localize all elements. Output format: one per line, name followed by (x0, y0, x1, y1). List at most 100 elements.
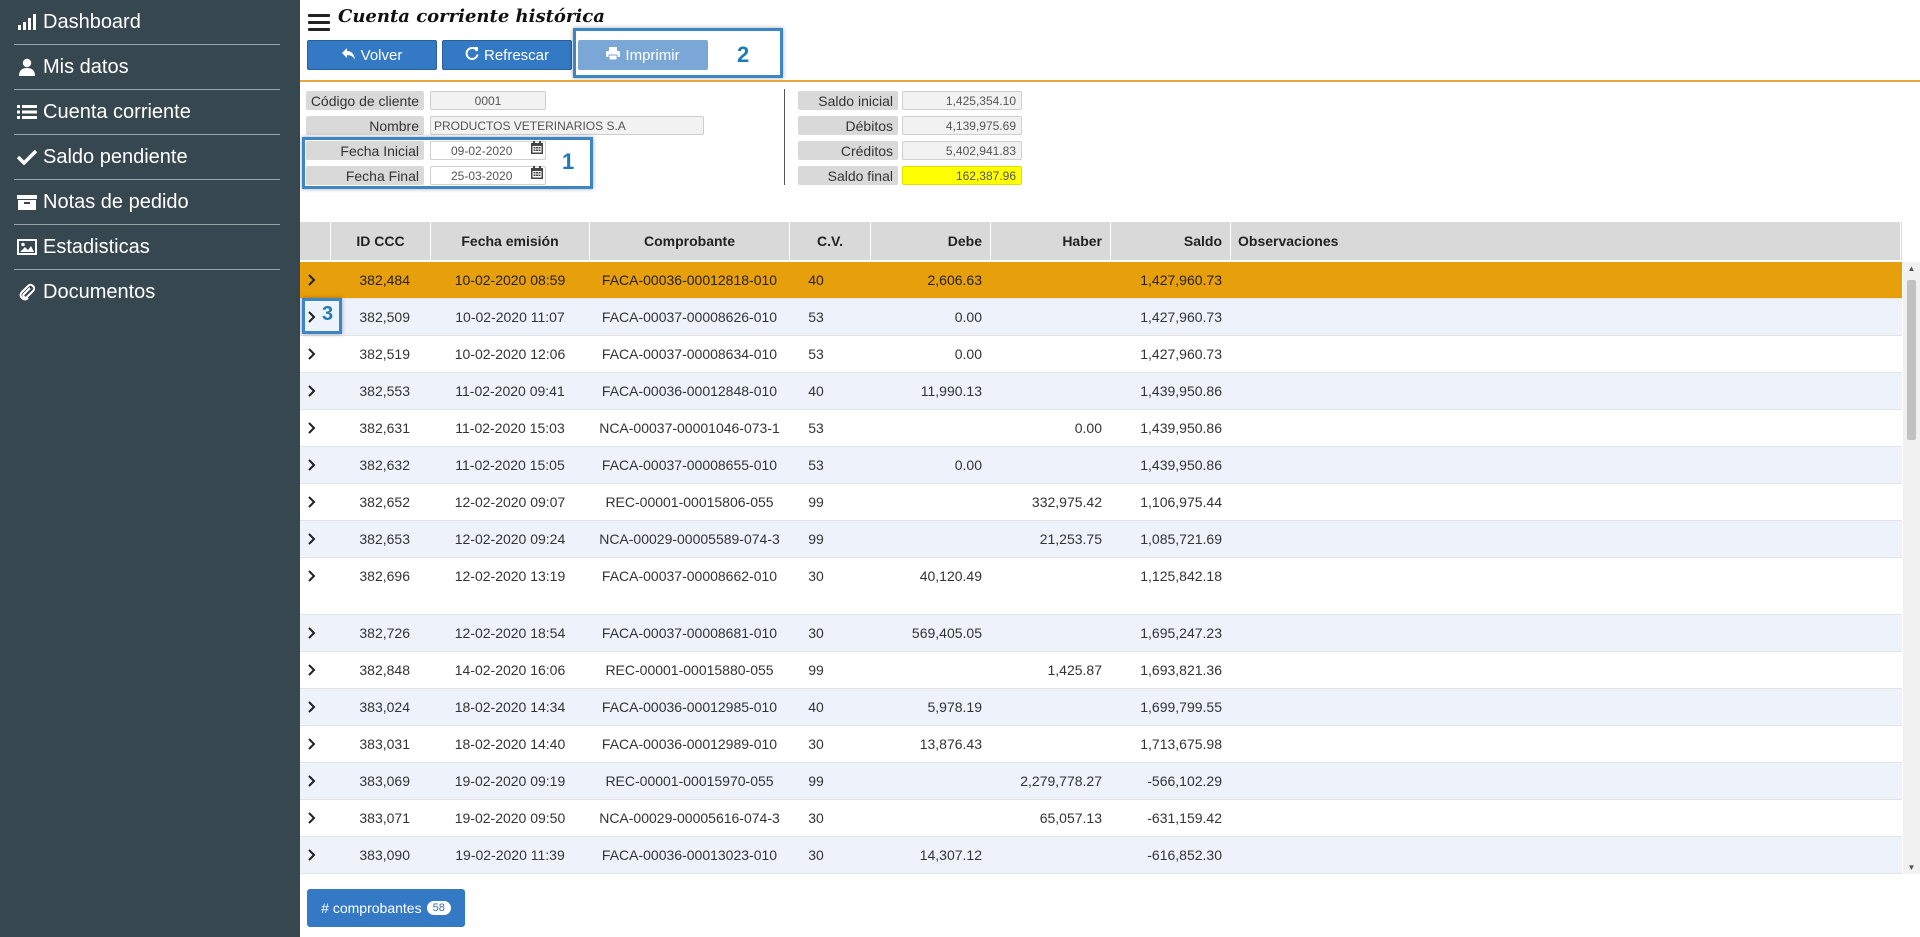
debitos-label: Débitos (798, 116, 898, 135)
cell-saldo: 1,439,950.86 (1140, 420, 1222, 436)
chevron-right-icon[interactable] (304, 336, 320, 372)
cell-haber (991, 726, 1110, 762)
table-scrollbar[interactable]: ▲ ▼ (1903, 262, 1920, 874)
column-header-comprobante[interactable]: Comprobante (590, 222, 789, 260)
annotation-box-2 (573, 28, 783, 78)
column-header-id-ccc[interactable]: ID CCC (331, 222, 430, 260)
saldo-inicial-label: Saldo inicial (798, 91, 898, 110)
chevron-right-icon[interactable] (304, 410, 320, 446)
cell-cv: 99 (808, 531, 824, 547)
cell-debe (871, 652, 990, 688)
cell-cv: 53 (808, 420, 824, 436)
cell-saldo: -566,102.29 (1147, 773, 1222, 789)
cell-debe: 13,876.43 (919, 736, 982, 752)
table-row[interactable]: 383,069 19-02-2020 09:19 REC-00001-0001597… (300, 763, 1902, 800)
cell-comprobante: FACA-00036-00012985-010 (601, 699, 778, 715)
chevron-right-icon[interactable] (304, 262, 320, 298)
scrollbar-thumb[interactable] (1907, 280, 1916, 440)
cell-id: 382,652 (359, 494, 410, 510)
scroll-up-arrow-icon[interactable]: ▲ (1907, 264, 1916, 273)
column-header-debe[interactable]: Debe (871, 222, 990, 260)
volver-button[interactable]: Volver (307, 40, 437, 70)
comprobantes-count-badge: 58 (426, 901, 451, 915)
user-icon (14, 58, 40, 76)
page-title: Cuenta corriente histórica (338, 6, 605, 27)
chevron-right-icon[interactable] (304, 763, 320, 799)
sidebar-item-mis-datos[interactable]: Mis datos (14, 45, 280, 89)
refrescar-button[interactable]: Refrescar (442, 40, 572, 70)
sidebar-item-cuenta-corriente[interactable]: Cuenta corriente (14, 90, 280, 134)
cell-cv: 53 (808, 457, 824, 473)
sidebar-item-label: Cuenta corriente (43, 100, 191, 123)
cell-haber (991, 373, 1110, 409)
table-row[interactable]: 382,631 11-02-2020 15:03 NCA-00037-0000104… (300, 410, 1902, 447)
cell-id: 382,726 (359, 625, 410, 641)
table-row[interactable]: 382,509 10-02-2020 11:07 FACA-00037-000086… (300, 299, 1902, 336)
cell-debe: 40,120.49 (919, 568, 982, 584)
codigo-cliente-label: Código de cliente (306, 91, 424, 110)
comprobantes-count-button[interactable]: # comprobantes 58 (307, 889, 465, 927)
table-row[interactable]: 382,696 12-02-2020 13:19 FACA-00037-000086… (300, 558, 1902, 615)
table-row[interactable]: 383,024 18-02-2020 14:34 FACA-00036-000129… (300, 689, 1902, 726)
chevron-right-icon[interactable] (304, 373, 320, 409)
sidebar-item-documentos[interactable]: Documentos (14, 270, 280, 314)
table-row[interactable]: 383,031 18-02-2020 14:40 FACA-00036-000129… (300, 726, 1902, 763)
table-row[interactable]: 382,553 11-02-2020 09:41 FACA-00036-000128… (300, 373, 1902, 410)
sidebar-item-notas-de-pedido[interactable]: Notas de pedido (14, 180, 280, 224)
cell-cv: 30 (808, 847, 824, 863)
chevron-right-icon[interactable] (304, 652, 320, 688)
sidebar-item-saldo-pendiente[interactable]: Saldo pendiente (14, 135, 280, 179)
chevron-right-icon[interactable] (304, 615, 320, 651)
table-row[interactable]: 382,653 12-02-2020 09:24 NCA-00029-0000558… (300, 521, 1902, 558)
cell-id: 382,484 (359, 272, 410, 288)
chevron-right-icon[interactable] (304, 484, 320, 520)
cell-saldo: 1,439,950.86 (1140, 383, 1222, 399)
menu-toggle-icon[interactable] (308, 14, 330, 32)
sidebar-item-estadisticas[interactable]: Estadisticas (14, 225, 280, 269)
table-row[interactable]: 383,090 19-02-2020 11:39 FACA-00036-000130… (300, 837, 1902, 874)
cell-haber (991, 299, 1110, 335)
table-row[interactable]: 382,632 11-02-2020 15:05 FACA-00037-000086… (300, 447, 1902, 484)
cell-comprobante: FACA-00036-00012818-010 (601, 272, 778, 288)
table-row[interactable]: 382,484 10-02-2020 08:59 FACA-00036-000128… (300, 262, 1902, 299)
chevron-right-icon[interactable] (304, 726, 320, 762)
cell-fecha: 18-02-2020 14:34 (454, 699, 566, 715)
chevron-right-icon[interactable] (304, 689, 320, 725)
cell-id: 383,024 (359, 699, 410, 715)
refrescar-label: Refrescar (483, 46, 550, 64)
table-row[interactable]: 382,519 10-02-2020 12:06 FACA-00037-000086… (300, 336, 1902, 373)
cell-comprobante: FACA-00037-00008655-010 (601, 457, 778, 473)
table-row[interactable]: 382,848 14-02-2020 16:06 REC-00001-0001588… (300, 652, 1902, 689)
column-header-cv[interactable]: C.V. (790, 222, 870, 260)
chevron-right-icon[interactable] (304, 800, 320, 836)
chevron-right-icon[interactable] (304, 447, 320, 483)
column-header-haber[interactable]: Haber (991, 222, 1110, 260)
sidebar-item-dashboard[interactable]: Dashboard (14, 0, 280, 44)
list-icon (14, 104, 40, 120)
chevron-right-icon[interactable] (304, 558, 320, 594)
cell-comprobante: FACA-00037-00008681-010 (601, 625, 778, 641)
cell-debe: 569,405.05 (911, 625, 982, 641)
cell-cv: 30 (808, 810, 824, 826)
table-row[interactable]: 383,071 19-02-2020 09:50 NCA-00029-0000561… (300, 800, 1902, 837)
cell-fecha: 12-02-2020 09:07 (454, 494, 566, 510)
cell-id: 383,071 (359, 810, 410, 826)
comprobantes-label: # comprobantes (321, 900, 422, 916)
cell-id: 382,553 (359, 383, 410, 399)
cell-saldo: 1,106,975.44 (1140, 494, 1222, 510)
table-row[interactable]: 382,726 12-02-2020 18:54 FACA-00037-000086… (300, 615, 1902, 652)
saldo-inicial-value: 1,425,354.10 (902, 91, 1022, 110)
table-row[interactable]: 382,652 12-02-2020 09:07 REC-00001-0001580… (300, 484, 1902, 521)
cell-debe: 0.00 (954, 346, 982, 362)
chevron-right-icon[interactable] (304, 837, 320, 873)
column-header-fecha-emision[interactable]: Fecha emisión (431, 222, 589, 260)
cell-saldo: 1,085,721.69 (1140, 531, 1222, 547)
cell-fecha: 19-02-2020 11:39 (455, 847, 565, 863)
cell-fecha: 18-02-2020 14:40 (454, 736, 566, 752)
chevron-right-icon[interactable] (304, 521, 320, 557)
sidebar-item-label: Saldo pendiente (43, 145, 188, 168)
column-header-observaciones[interactable]: Observaciones (1238, 222, 1838, 260)
cell-comprobante: NCA-00029-00005616-074-3 (599, 810, 780, 826)
column-header-saldo[interactable]: Saldo (1111, 222, 1230, 260)
scroll-down-arrow-icon[interactable]: ▼ (1907, 863, 1916, 872)
